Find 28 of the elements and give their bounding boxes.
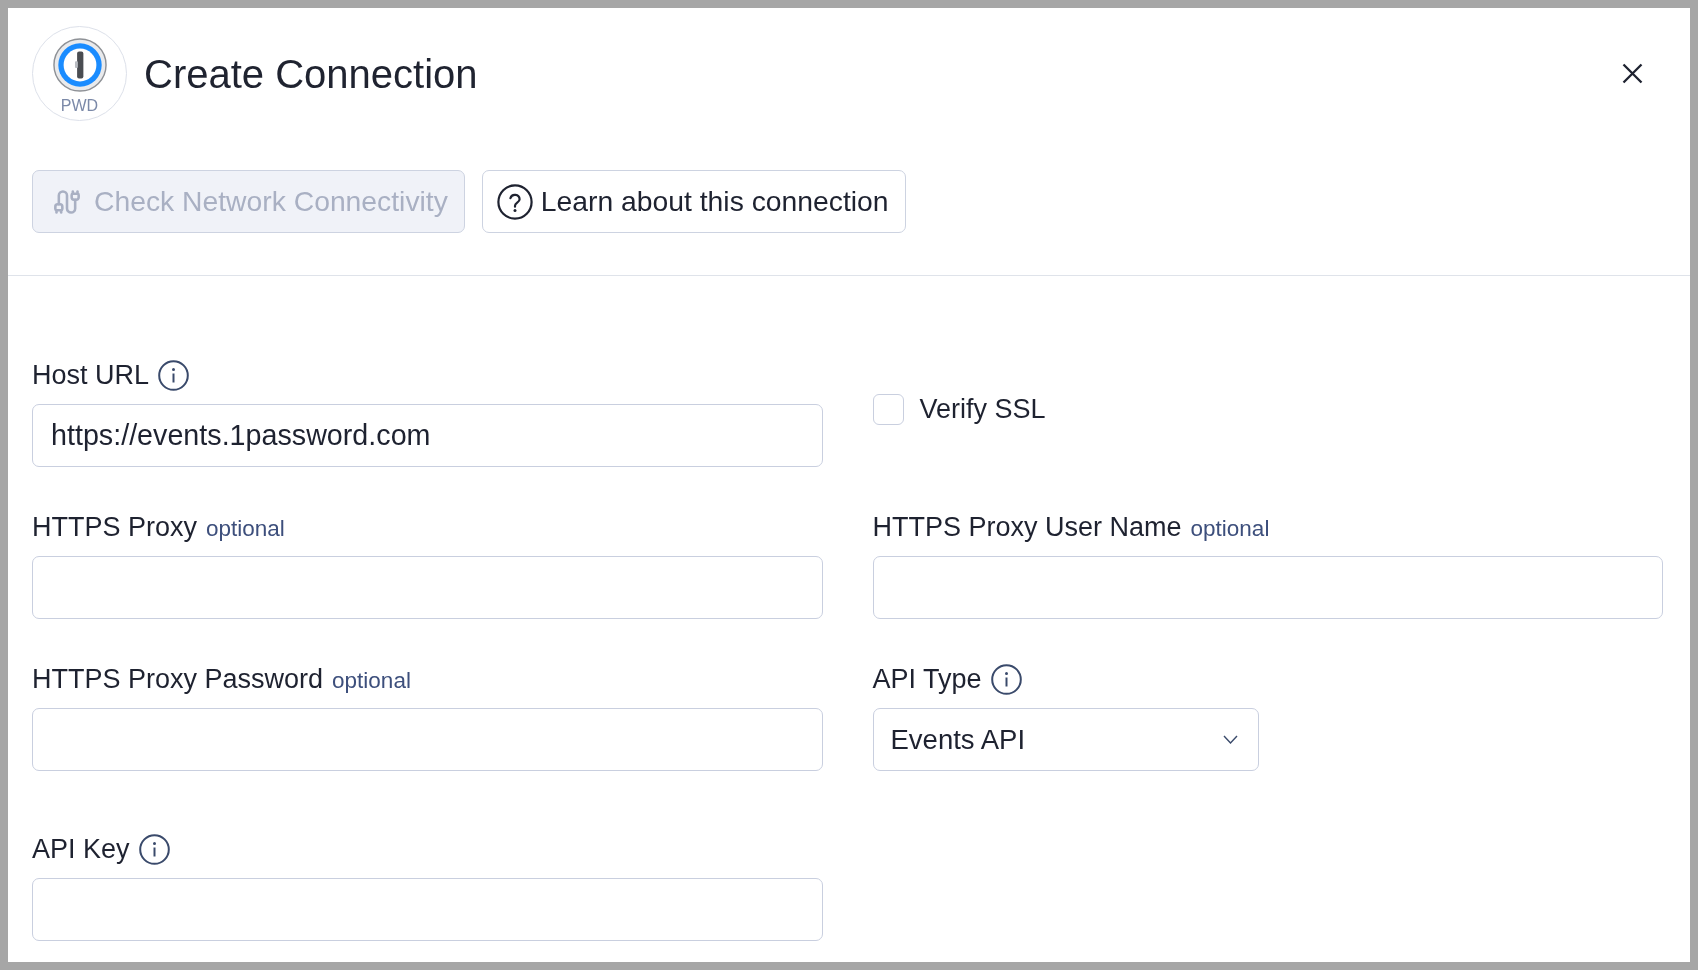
- input-field[interactable]: [872, 556, 1663, 619]
- field-label: HTTPS Proxy Password: [32, 663, 324, 695]
- input-field[interactable]: [32, 878, 823, 941]
- close-icon: [1622, 63, 1643, 84]
- input-field[interactable]: https://events.1password.com: [32, 404, 823, 467]
- checkbox-label: Verify SSL: [919, 393, 1046, 425]
- dialog-title: Create Connection: [144, 50, 478, 98]
- learn-more-button[interactable]: Learn about this connection: [481, 170, 906, 233]
- info-icon[interactable]: [138, 833, 170, 865]
- optional-hint: optional: [332, 667, 411, 695]
- field-label: HTTPS Proxy User Name: [872, 511, 1182, 543]
- input-field[interactable]: [32, 708, 823, 771]
- field-label: API Type: [872, 663, 982, 695]
- close-button[interactable]: [1622, 63, 1643, 84]
- field-label: HTTPS Proxy: [32, 511, 198, 543]
- info-icon[interactable]: [990, 663, 1022, 695]
- input-field[interactable]: [32, 556, 823, 619]
- logo-caption: PWD: [60, 98, 99, 114]
- field-label: API Key: [32, 833, 130, 865]
- help-icon: [496, 183, 533, 220]
- info-icon[interactable]: [158, 359, 190, 391]
- keyhole-ring-icon: [52, 38, 107, 92]
- optional-hint: optional: [1190, 515, 1270, 543]
- chevron-down-icon: [1222, 735, 1238, 744]
- select-dropdown[interactable]: Events API: [872, 708, 1259, 771]
- optional-hint: optional: [206, 515, 285, 543]
- field-label: Host URL: [32, 359, 150, 391]
- checkbox[interactable]: [872, 393, 904, 425]
